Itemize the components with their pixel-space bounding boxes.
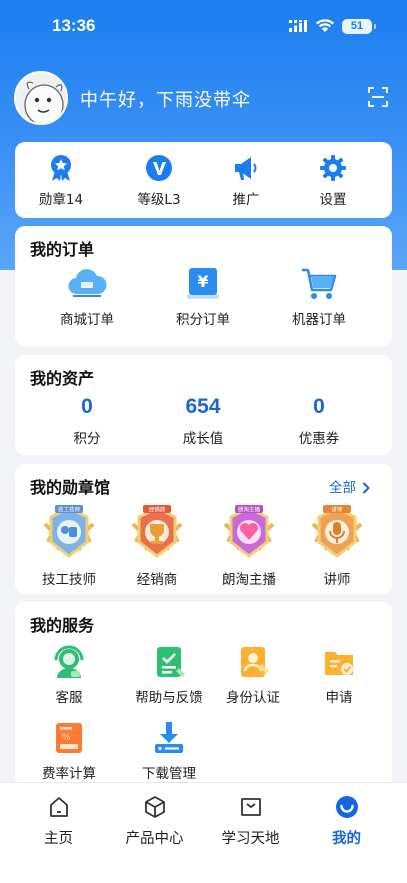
orders-card: 我的订单 商城订单 ¥ 积分订单 机器订单 — [15, 226, 392, 346]
tab-learning[interactable]: 学习天地 — [200, 795, 301, 848]
service-label: 费率计算 — [42, 766, 96, 782]
badge-item[interactable]: 技工技师 技工技师 — [31, 502, 107, 588]
tab-mine[interactable]: 我的 — [296, 795, 397, 848]
orders-title: 我的订单 — [30, 240, 95, 259]
badges-card: 我的勋章馆 全部 技工技师 技工技师 经销商 经销商 朗淘主播 朗淘主播 讲师 … — [15, 464, 392, 594]
gear-icon — [320, 155, 346, 181]
badge-ribbon-text: 讲师 — [331, 506, 343, 514]
asset-value: 0 — [313, 395, 325, 418]
quick-item-label: 设置 — [319, 192, 347, 208]
badge-item[interactable]: 经销商 经销商 — [119, 502, 195, 588]
quick-menu-card: 勋章14 等级L3 推广 设置 — [15, 142, 392, 218]
yen-card-icon: ¥ — [187, 268, 219, 299]
calculator-icon: % — [56, 723, 82, 753]
home-icon — [49, 797, 68, 817]
service-item[interactable]: 客服 — [31, 644, 107, 706]
service-label: 下载管理 — [142, 766, 196, 782]
badge-label: 讲师 — [323, 572, 351, 588]
order-item-points[interactable]: ¥ 积分订单 — [167, 266, 239, 328]
chevron-right-icon — [362, 482, 370, 494]
quick-item-promote[interactable]: 推广 — [214, 154, 278, 208]
badge-ribbon-text: 技工技师 — [58, 506, 81, 514]
order-item-label: 积分订单 — [176, 312, 230, 328]
cloud-cart-icon — [68, 269, 107, 297]
service-item[interactable]: % 费率计算 — [31, 720, 107, 782]
quick-item-settings[interactable]: 设置 — [301, 154, 365, 208]
quick-item-label: 勋章14 — [38, 192, 84, 208]
tab-home[interactable]: 主页 — [8, 795, 109, 848]
megaphone-icon — [235, 157, 257, 180]
service-item[interactable]: 身份认证 — [215, 644, 291, 706]
feedback-icon — [157, 647, 185, 677]
wifi-icon — [316, 19, 334, 32]
badge-ribbon-text: 经销商 — [149, 506, 166, 514]
badge-host-icon: 朗淘主播 — [223, 505, 275, 558]
order-item-mall[interactable]: 商城订单 — [51, 266, 123, 328]
assets-card: 我的资产 0 积分 654 成长值 0 优惠券 — [15, 355, 392, 455]
tab-label: 学习天地 — [221, 831, 280, 847]
svg-text:%: % — [62, 733, 71, 743]
cellular-signal-icon — [289, 20, 307, 32]
asset-value: 654 — [185, 395, 221, 418]
service-item[interactable]: 下载管理 — [119, 720, 219, 782]
avatar[interactable] — [14, 71, 68, 125]
book-icon — [240, 798, 261, 816]
status-time: 13:36 — [52, 16, 96, 35]
tab-label: 产品中心 — [125, 831, 184, 847]
badge-dealer-icon: 经销商 — [131, 505, 183, 558]
shopping-cart-icon — [302, 268, 337, 299]
quick-item-label: 推广 — [232, 192, 260, 208]
badge-ribbon-text: 朗淘主播 — [238, 506, 261, 514]
tab-products[interactable]: 产品中心 — [104, 795, 205, 848]
badge-lecturer-icon: 讲师 — [311, 505, 363, 558]
medal-icon — [51, 155, 71, 181]
asset-points[interactable]: 0 积分 — [51, 395, 123, 447]
badge-item[interactable]: 讲师 讲师 — [299, 502, 375, 588]
battery-indicator: 51 — [342, 19, 376, 34]
service-label: 帮助与反馈 — [135, 690, 203, 706]
services-card: 我的服务 客服 帮助与反馈 身份认证 申请 % 费率计算 下载管理 — [15, 602, 392, 787]
asset-label: 积分 — [73, 431, 101, 447]
asset-value: 0 — [81, 395, 93, 418]
order-item-label: 商城订单 — [60, 312, 114, 328]
asset-label: 优惠券 — [298, 431, 340, 447]
asset-coupons[interactable]: 0 优惠券 — [283, 395, 355, 447]
assets-title: 我的资产 — [30, 369, 95, 388]
level-v-icon — [146, 155, 172, 181]
headset-icon — [54, 645, 84, 678]
quick-item-medal[interactable]: 勋章14 — [29, 154, 93, 208]
greeting-text: 中午好，下雨没带伞 — [80, 90, 251, 111]
tab-label: 我的 — [332, 831, 361, 847]
service-item[interactable]: 申请 — [301, 644, 377, 706]
bottom-tab-bar: 主页 产品中心 学习天地 我的 — [0, 782, 407, 883]
svg-text:¥: ¥ — [197, 272, 208, 291]
badge-item[interactable]: 朗淘主播 朗淘主播 — [211, 502, 287, 588]
badge-label: 技工技师 — [42, 572, 96, 588]
status-bar: 13:36 51 — [0, 0, 407, 56]
service-label: 申请 — [325, 690, 353, 706]
order-item-label: 机器订单 — [292, 312, 346, 328]
tab-label: 主页 — [44, 831, 73, 847]
badges-title: 我的勋章馆 — [30, 478, 111, 497]
download-icon — [155, 722, 183, 753]
service-label: 客服 — [55, 690, 83, 706]
badge-label: 经销商 — [136, 572, 178, 588]
view-all-label: 全部 — [329, 480, 356, 496]
quick-item-level[interactable]: 等级L3 — [127, 154, 191, 208]
service-item[interactable]: 帮助与反馈 — [119, 644, 219, 706]
quick-item-label: 等级L3 — [137, 192, 181, 208]
scan-icon[interactable] — [367, 86, 389, 108]
box-icon — [144, 796, 165, 818]
apply-folder-icon — [325, 652, 353, 675]
asset-growth[interactable]: 654 成长值 — [167, 395, 239, 447]
badge-technician-icon: 技工技师 — [43, 505, 95, 558]
services-title: 我的服务 — [30, 616, 95, 635]
asset-label: 成长值 — [182, 431, 224, 447]
id-verify-icon — [241, 647, 269, 677]
smile-icon — [335, 796, 358, 818]
order-item-machine[interactable]: 机器订单 — [283, 266, 355, 328]
service-label: 身份认证 — [226, 690, 280, 706]
badge-label: 朗淘主播 — [222, 572, 276, 588]
view-all-badges-link[interactable]: 全部 — [329, 476, 370, 496]
